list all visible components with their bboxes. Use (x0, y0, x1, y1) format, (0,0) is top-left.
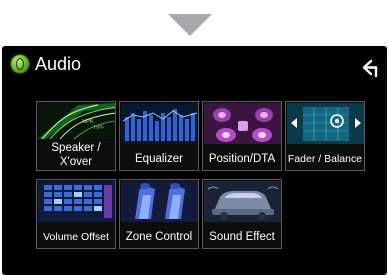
svg-text:SPK: SPK (82, 119, 94, 125)
position-dta-button[interactable]: Position/DTA (202, 101, 282, 171)
speaker-crossover-thumbnail: SPK HPF (38, 103, 115, 139)
audio-app-icon (10, 54, 30, 74)
svg-text:HPF: HPF (94, 125, 104, 131)
page-title: Audio (35, 54, 82, 74)
fader-balance-thumbnail (287, 103, 364, 144)
header-bar: Audio (2, 46, 387, 86)
tile-label: Zone Control (125, 231, 193, 243)
zone-control-thumbnail (121, 181, 198, 222)
back-arrow-icon[interactable] (357, 58, 379, 78)
equalizer-button[interactable]: Equalizer (119, 101, 199, 171)
tile-label: Equalizer (135, 153, 183, 165)
fader-balance-button[interactable]: Fader / Balance (285, 101, 365, 171)
zone-control-button[interactable]: Zone Control (119, 179, 199, 249)
position-dta-thumbnail (204, 103, 281, 144)
tile-label: Speaker / X'over (51, 142, 101, 168)
down-arrow-icon (168, 14, 212, 36)
sound-effect-thumbnail (204, 181, 281, 222)
volume-offset-button[interactable]: Volume Offset (36, 179, 116, 249)
equalizer-thumbnail (121, 103, 198, 144)
tile-label: Sound Effect (209, 231, 275, 243)
tile-label: Fader / Balance (287, 153, 363, 165)
sound-effect-button[interactable]: Sound Effect (202, 179, 282, 249)
volume-offset-thumbnail (38, 181, 115, 222)
speaker-crossover-button[interactable]: SPK HPF Speaker / X'over (36, 101, 116, 171)
audio-screen: Audio SPK HPF Speaker / X'over Equalizer… (2, 46, 387, 275)
tile-label: Position/DTA (208, 153, 276, 165)
tile-label: Volume Offset (43, 231, 109, 243)
